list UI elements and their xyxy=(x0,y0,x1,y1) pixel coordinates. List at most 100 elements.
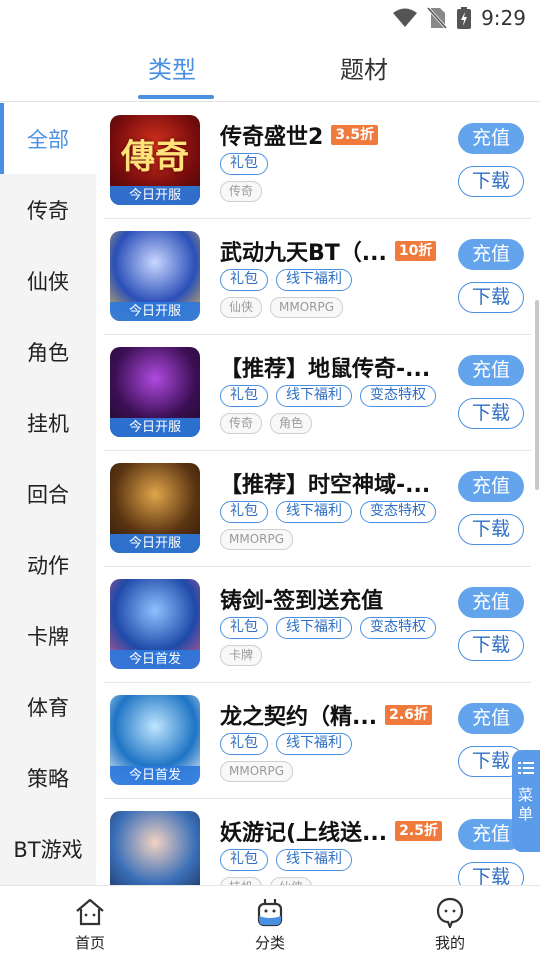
game-icon[interactable] xyxy=(110,811,200,885)
sidebar-item-sports[interactable]: 体育 xyxy=(0,671,96,742)
sidebar-item-card[interactable]: 卡牌 xyxy=(0,600,96,671)
sidebar-item-label: 全部 xyxy=(27,127,69,152)
genre-tag: 角色 xyxy=(270,413,313,434)
discount-badge: 3.5折 xyxy=(331,125,379,145)
game-row[interactable]: 今日开服 武动九天BT（... 10折 礼包 线下福利 仙侠 MMORPG 充值… xyxy=(104,219,531,335)
benefit-badge: 礼包 xyxy=(220,849,268,871)
genre-tag: 传奇 xyxy=(220,181,263,202)
sidebar-item-xianxia[interactable]: 仙侠 xyxy=(0,245,96,316)
title-line: 武动九天BT（... 10折 xyxy=(220,235,437,267)
sidebar-item-turn-based[interactable]: 回合 xyxy=(0,458,96,529)
genre-tag: 卡牌 xyxy=(220,645,263,666)
game-icon[interactable]: 傳奇 今日开服 xyxy=(110,115,200,205)
launch-badge: 今日开服 xyxy=(110,418,200,437)
status-bar: 9:29 xyxy=(0,0,540,36)
download-button[interactable]: 下载 xyxy=(458,630,524,661)
benefit-badge: 线下福利 xyxy=(276,733,352,755)
sidebar-item-action[interactable]: 动作 xyxy=(0,529,96,600)
game-title[interactable]: 铸剑-签到送充值 xyxy=(220,583,383,615)
benefit-badge: 线下福利 xyxy=(276,849,352,871)
tab-topic[interactable]: 题材 xyxy=(340,50,388,85)
list-scrollbar[interactable] xyxy=(535,300,539,490)
sidebar-item-all[interactable]: 全部 xyxy=(0,103,96,174)
game-icon[interactable]: 今日开服 xyxy=(110,463,200,553)
download-button[interactable]: 下载 xyxy=(458,166,524,197)
profile-icon xyxy=(436,897,464,928)
tag-list: MMORPG xyxy=(220,761,294,782)
game-title[interactable]: 妖游记(上线送... xyxy=(220,815,387,847)
benefit-list: 礼包 线下福利 变态特权 xyxy=(220,617,436,639)
game-title[interactable]: 龙之契约（精... xyxy=(220,699,377,731)
game-title[interactable]: 传奇盛世2 xyxy=(220,119,323,151)
game-row[interactable]: 今日首发 龙之契约（精... 2.6折 礼包 线下福利 MMORPG 充值 下载 xyxy=(104,683,531,799)
bottom-nav-category[interactable]: 分类 xyxy=(210,886,330,960)
discount-badge: 2.5折 xyxy=(395,821,442,841)
tag-list: MMORPG xyxy=(220,529,294,550)
game-row[interactable]: 今日开服 【推荐】时空神域-... 礼包 线下福利 变态特权 MMORPG 充值… xyxy=(104,451,531,567)
tag-list: 传奇 xyxy=(220,181,263,202)
game-row[interactable]: 今日首发 铸剑-签到送充值 礼包 线下福利 变态特权 卡牌 充值 下载 xyxy=(104,567,531,683)
sidebar-item-label: 传奇 xyxy=(27,198,69,223)
benefit-list: 礼包 线下福利 变态特权 xyxy=(220,501,436,523)
recharge-button[interactable]: 充值 xyxy=(458,703,524,734)
tag-list: 卡牌 xyxy=(220,645,263,666)
sidebar-item-label: 回合 xyxy=(27,482,69,507)
game-icon[interactable]: 今日首发 xyxy=(110,579,200,669)
sidebar-item-idle[interactable]: 挂机 xyxy=(0,387,96,458)
download-button[interactable]: 下载 xyxy=(458,282,524,313)
list-icon xyxy=(518,762,534,774)
sidebar-item-strategy[interactable]: 策略 xyxy=(0,742,96,813)
benefit-badge: 礼包 xyxy=(220,733,268,755)
game-title[interactable]: 【推荐】时空神域-... xyxy=(220,467,430,499)
game-icon[interactable]: 今日开服 xyxy=(110,347,200,437)
recharge-button[interactable]: 充值 xyxy=(458,355,524,386)
tab-type[interactable]: 类型 xyxy=(148,50,196,85)
download-button[interactable]: 下载 xyxy=(458,862,524,885)
sidebar-item-label: 仙侠 xyxy=(27,269,69,294)
recharge-button[interactable]: 充值 xyxy=(458,123,524,154)
game-row[interactable]: 妖游记(上线送... 2.5折 礼包 线下福利 挂机 仙侠 充值 下载 xyxy=(104,799,531,885)
bottom-nav-label: 分类 xyxy=(254,934,285,952)
tab-active-indicator xyxy=(138,95,214,99)
game-title[interactable]: 武动九天BT（... xyxy=(220,235,387,267)
launch-badge: 今日开服 xyxy=(110,186,200,205)
game-row[interactable]: 今日开服 【推荐】地鼠传奇-... 礼包 线下福利 变态特权 传奇 角色 充值 … xyxy=(104,335,531,451)
benefit-badge: 礼包 xyxy=(220,153,268,175)
title-line: 【推荐】地鼠传奇-... xyxy=(220,351,430,383)
benefit-badge: 线下福利 xyxy=(276,269,352,291)
discount-badge: 2.6折 xyxy=(385,705,432,725)
game-title[interactable]: 【推荐】地鼠传奇-... xyxy=(220,351,430,383)
sidebar-item-role[interactable]: 角色 xyxy=(0,316,96,387)
benefit-badge: 变态特权 xyxy=(360,617,436,639)
bottom-nav-profile[interactable]: 我的 xyxy=(390,886,510,960)
recharge-button[interactable]: 充值 xyxy=(458,587,524,618)
category-icon xyxy=(257,899,283,927)
sidebar-item-legend[interactable]: 传奇 xyxy=(0,174,96,245)
game-icon[interactable]: 今日首发 xyxy=(110,695,200,785)
top-tab-bar: 类型 题材 xyxy=(0,36,540,102)
sidebar-item-bt-games[interactable]: BT游戏 xyxy=(0,813,96,884)
launch-badge: 今日开服 xyxy=(110,302,200,321)
recharge-button[interactable]: 充值 xyxy=(458,471,524,502)
sidebar-item-label: BT游戏 xyxy=(13,837,83,862)
download-button[interactable]: 下载 xyxy=(458,514,524,545)
sidebar-item-label: 卡牌 xyxy=(27,624,69,649)
sidebar-item-label: 角色 xyxy=(27,340,69,365)
benefit-list: 礼包 线下福利 xyxy=(220,733,352,755)
no-sim-icon xyxy=(427,7,448,29)
game-row[interactable]: 傳奇 今日开服 传奇盛世2 3.5折 礼包 传奇 充值 下载 xyxy=(104,103,531,219)
benefit-badge: 变态特权 xyxy=(360,501,436,523)
benefit-badge: 礼包 xyxy=(220,617,268,639)
sidebar-item-label: 动作 xyxy=(27,553,69,578)
active-indicator xyxy=(0,103,4,174)
launch-badge: 今日首发 xyxy=(110,650,200,669)
game-icon[interactable]: 今日开服 xyxy=(110,231,200,321)
genre-tag: MMORPG xyxy=(270,297,344,318)
genre-tag: 传奇 xyxy=(220,413,263,434)
recharge-button[interactable]: 充值 xyxy=(458,239,524,270)
floating-menu-button[interactable]: 菜单 xyxy=(512,750,540,852)
download-button[interactable]: 下载 xyxy=(458,398,524,429)
title-line: 传奇盛世2 3.5折 xyxy=(220,119,379,151)
benefit-badge: 变态特权 xyxy=(360,385,436,407)
bottom-nav-home[interactable]: 首页 xyxy=(30,886,150,960)
